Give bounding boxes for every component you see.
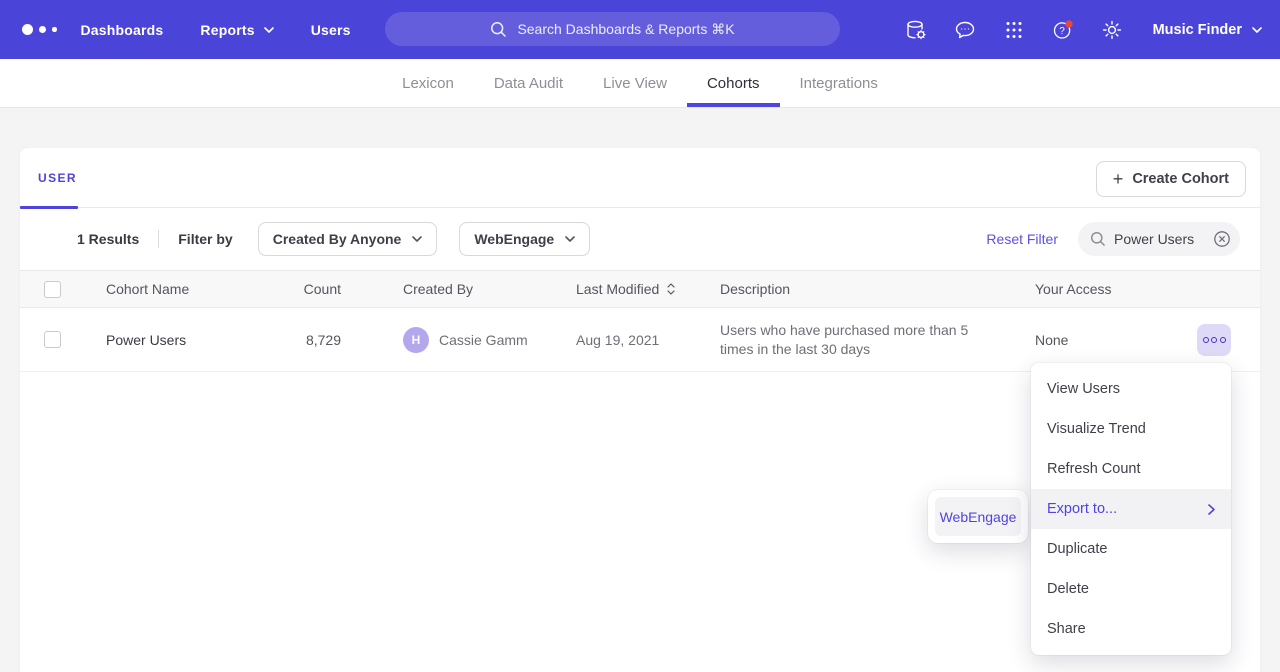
global-search-input[interactable]: Search Dashboards & Reports ⌘K bbox=[385, 12, 840, 46]
top-navbar: Dashboards Reports Users Search Dashboar… bbox=[0, 0, 1280, 59]
header-count[interactable]: Count bbox=[281, 281, 403, 297]
chevron-right-icon bbox=[1208, 504, 1215, 515]
created-by-filter-dropdown[interactable]: Created By Anyone bbox=[258, 222, 438, 256]
results-count: 1 Results bbox=[77, 231, 139, 247]
filter-toolbar: 1 Results Filter by Created By Anyone We… bbox=[20, 208, 1260, 270]
chevron-down-icon bbox=[412, 236, 422, 242]
menu-item-delete[interactable]: Delete bbox=[1031, 569, 1231, 609]
search-icon bbox=[1090, 231, 1106, 247]
create-cohort-button[interactable]: + Create Cohort bbox=[1096, 161, 1246, 197]
context-menu: View Users Visualize Trend Refresh Count… bbox=[1031, 363, 1231, 655]
tab-lexicon[interactable]: Lexicon bbox=[382, 59, 474, 107]
header-your-access: Your Access bbox=[1035, 281, 1155, 297]
header-created-by[interactable]: Created By bbox=[403, 281, 576, 297]
webengage-filter-dropdown[interactable]: WebEngage bbox=[459, 222, 590, 256]
global-search-placeholder: Search Dashboards & Reports ⌘K bbox=[517, 21, 734, 38]
data-management-icon[interactable] bbox=[904, 18, 928, 42]
dot-icon bbox=[1211, 337, 1217, 343]
header-cohort-name[interactable]: Cohort Name bbox=[82, 281, 281, 297]
created-by-cell: H Cassie Gamm bbox=[403, 327, 576, 353]
plus-icon: + bbox=[1113, 170, 1124, 188]
sort-icon bbox=[667, 283, 675, 295]
chevron-down-icon bbox=[264, 27, 274, 33]
dot-icon bbox=[1220, 337, 1226, 343]
submenu-item-webengage[interactable]: WebEngage bbox=[935, 497, 1021, 536]
clear-icon bbox=[1213, 230, 1231, 248]
row-actions-button[interactable] bbox=[1197, 324, 1231, 356]
project-selector[interactable]: Music Finder bbox=[1153, 22, 1262, 38]
select-all-checkbox[interactable] bbox=[44, 281, 61, 298]
description-cell: Users who have purchased more than 5 tim… bbox=[720, 321, 1035, 359]
apps-grid-icon[interactable] bbox=[1002, 18, 1026, 42]
help-icon[interactable]: ? bbox=[1051, 18, 1075, 42]
active-tab-underline bbox=[20, 206, 78, 209]
mixpanel-logo[interactable] bbox=[22, 24, 57, 35]
export-submenu: WebEngage bbox=[928, 490, 1028, 543]
menu-item-visualize-trend[interactable]: Visualize Trend bbox=[1031, 409, 1231, 449]
menu-item-refresh-count[interactable]: Refresh Count bbox=[1031, 449, 1231, 489]
card-header: USER + Create Cohort bbox=[20, 148, 1260, 208]
menu-item-export-to-label: Export to... bbox=[1047, 501, 1117, 517]
filter-by-label: Filter by bbox=[178, 231, 232, 247]
menu-item-view-users[interactable]: View Users bbox=[1031, 369, 1231, 409]
tab-integrations[interactable]: Integrations bbox=[780, 59, 898, 107]
primary-nav: Dashboards Reports Users bbox=[81, 22, 351, 38]
divider bbox=[158, 230, 159, 248]
created-by-filter-value: Created By Anyone bbox=[273, 231, 402, 247]
navbar-actions: ? Music Finder bbox=[904, 0, 1262, 59]
created-by-name: Cassie Gamm bbox=[439, 332, 528, 348]
search-icon bbox=[490, 21, 507, 38]
clear-search-button[interactable] bbox=[1213, 230, 1231, 248]
header-description: Description bbox=[720, 280, 1035, 299]
tab-user[interactable]: USER bbox=[38, 171, 77, 185]
messages-icon[interactable] bbox=[953, 18, 977, 42]
nav-reports[interactable]: Reports bbox=[200, 22, 273, 38]
avatar: H bbox=[403, 327, 429, 353]
settings-icon[interactable] bbox=[1100, 18, 1124, 42]
your-access-cell: None bbox=[1035, 332, 1155, 348]
svg-text:?: ? bbox=[1059, 25, 1065, 36]
tab-data-audit[interactable]: Data Audit bbox=[474, 59, 583, 107]
count-cell: 8,729 bbox=[281, 332, 403, 348]
section-tabs: Lexicon Data Audit Live View Cohorts Int… bbox=[0, 59, 1280, 107]
cohort-search bbox=[1078, 222, 1240, 256]
cohort-search-input[interactable] bbox=[1114, 231, 1205, 247]
chevron-down-icon bbox=[1252, 27, 1262, 33]
last-modified-cell: Aug 19, 2021 bbox=[576, 332, 720, 348]
project-name: Music Finder bbox=[1153, 22, 1242, 38]
create-cohort-label: Create Cohort bbox=[1132, 171, 1229, 187]
nav-reports-label: Reports bbox=[200, 22, 254, 38]
tab-cohorts[interactable]: Cohorts bbox=[687, 59, 780, 107]
menu-item-share[interactable]: Share bbox=[1031, 609, 1231, 649]
menu-item-duplicate[interactable]: Duplicate bbox=[1031, 529, 1231, 569]
header-last-modified[interactable]: Last Modified bbox=[576, 281, 720, 297]
nav-users[interactable]: Users bbox=[311, 22, 351, 38]
webengage-filter-value: WebEngage bbox=[474, 231, 554, 247]
header-last-modified-label: Last Modified bbox=[576, 281, 659, 297]
row-checkbox[interactable] bbox=[44, 331, 61, 348]
cohort-name-cell[interactable]: Power Users bbox=[82, 332, 281, 348]
dot-icon bbox=[1203, 337, 1209, 343]
chevron-down-icon bbox=[565, 236, 575, 242]
table-header: Cohort Name Count Created By Last Modifi… bbox=[20, 270, 1260, 308]
nav-dashboards[interactable]: Dashboards bbox=[81, 22, 164, 38]
notification-dot bbox=[1065, 20, 1072, 27]
tab-live-view[interactable]: Live View bbox=[583, 59, 687, 107]
reset-filter-link[interactable]: Reset Filter bbox=[986, 231, 1058, 247]
menu-item-export-to[interactable]: Export to... bbox=[1031, 489, 1231, 529]
